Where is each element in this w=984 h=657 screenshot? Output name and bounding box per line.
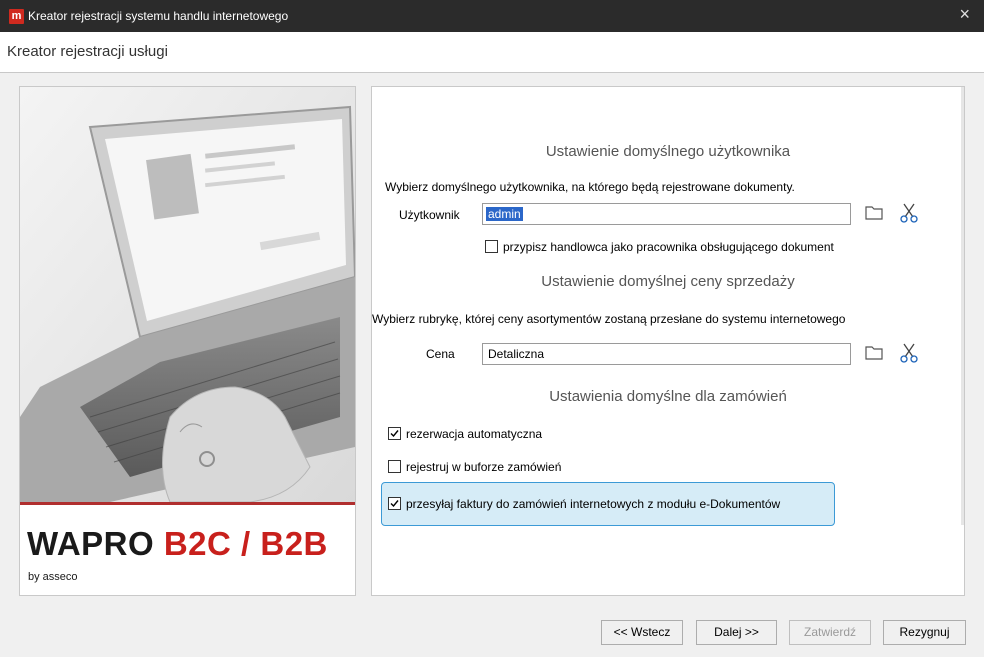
close-icon[interactable]: × [959,4,970,25]
order-buffer-checkbox[interactable] [388,460,401,473]
branding-panel: WAPRO B2C / B2B by asseco [19,86,356,596]
laptop-photo [20,87,355,502]
user-folder-icon[interactable] [864,203,884,223]
user-input[interactable]: admin [482,203,851,225]
asseco-logo: by asseco [28,571,78,583]
send-invoices-checkbox[interactable] [388,497,401,510]
price-section-heading: Ustawienie domyślnej ceny sprzedaży [541,273,795,290]
next-button[interactable]: Dalej >> [696,620,777,645]
price-section-description: Wybierz rubrykę, której ceny asortymentó… [372,312,846,326]
orders-section-heading: Ustawienia domyślne dla zamówień [549,388,787,405]
price-input-value: Detaliczna [488,347,545,361]
user-section-description: Wybierz domyślnego użytkownika, na które… [385,180,795,194]
window-titlebar: m Kreator rejestracji systemu handlu int… [0,0,984,32]
user-input-value: admin [486,207,523,221]
order-buffer-label: rejestruj w buforze zamówień [406,460,562,474]
wapro-logo: WAPRO B2C / B2B [27,525,328,562]
user-clear-scissors-icon[interactable] [899,202,919,224]
price-input[interactable]: Detaliczna [482,343,851,365]
wizard-title: Kreator rejestracji usługi [7,43,168,60]
confirm-button[interactable]: Zatwierdź [789,620,871,645]
invoice-option-highlight[interactable]: przesyłaj faktury do zamówień internetow… [381,482,835,526]
user-field-label: Użytkownik [399,208,460,222]
settings-panel: Ustawienie domyślnego użytkownika Wybier… [371,86,965,596]
back-button[interactable]: << Wstecz [601,620,683,645]
window-title: Kreator rejestracji systemu handlu inter… [28,9,289,23]
price-field-label: Cena [426,347,455,361]
price-clear-scissors-icon[interactable] [899,342,919,364]
brand-divider [20,502,355,505]
user-section-heading: Ustawienie domyślnego użytkownika [545,143,791,160]
assign-salesperson-checkbox[interactable] [485,240,498,253]
assign-salesperson-label: przypisz handlowca jako pracownika obsłu… [503,240,834,254]
send-invoices-label: przesyłaj faktury do zamówień internetow… [406,497,781,511]
app-logo-icon: m [9,9,24,24]
auto-reservation-checkbox[interactable] [388,427,401,440]
price-folder-icon[interactable] [864,343,884,363]
wizard-header: Kreator rejestracji usługi [0,32,984,73]
auto-reservation-label: rezerwacja automatyczna [406,427,543,441]
cancel-button[interactable]: Rezygnuj [883,620,966,645]
